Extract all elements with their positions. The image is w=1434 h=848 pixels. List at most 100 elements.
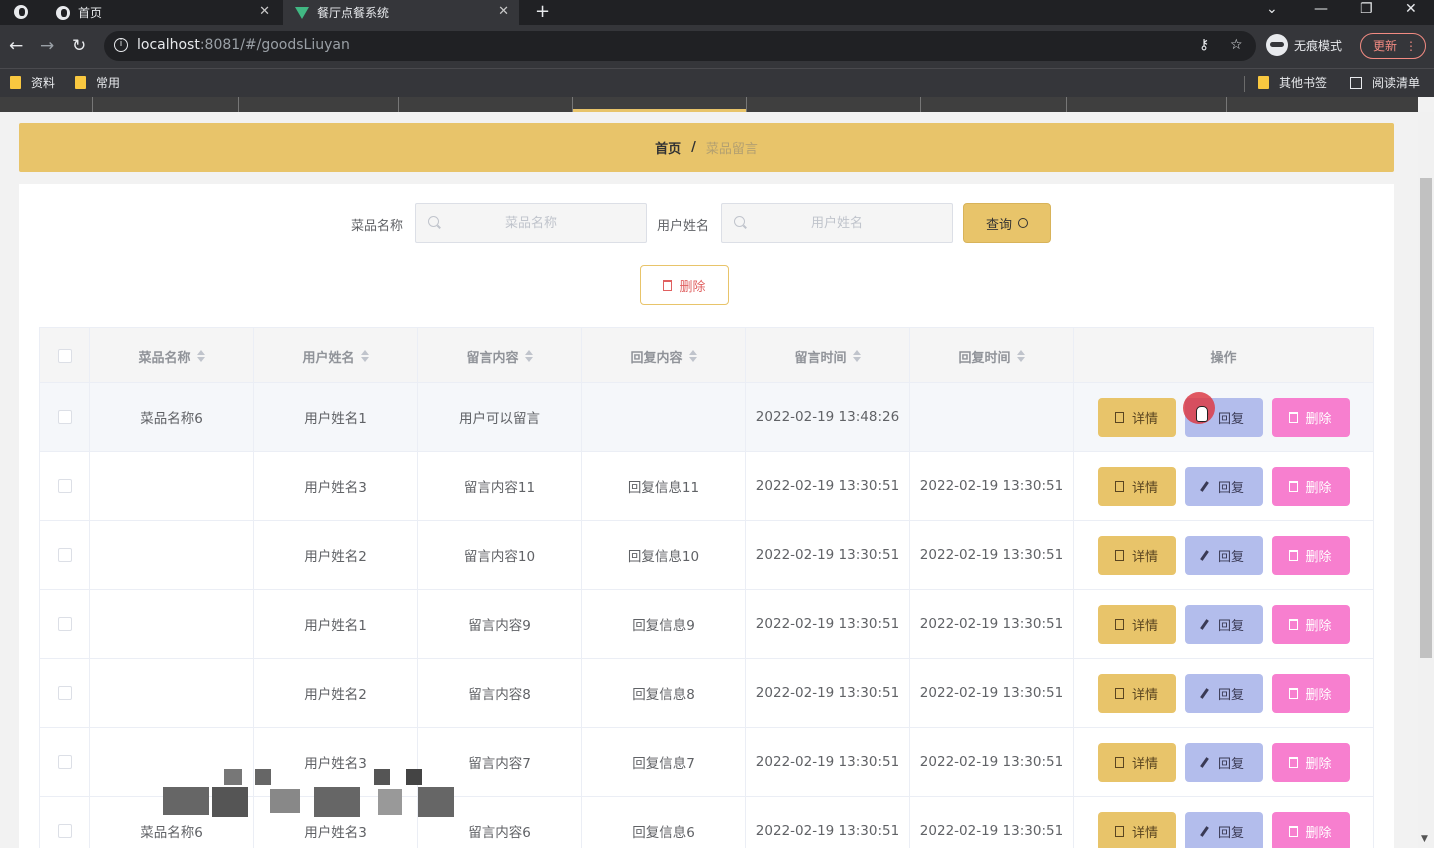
table-row[interactable]: 用户姓名2 留言内容10 回复信息10 2022-02-19 13:30:51 2022… <box>39 521 1374 590</box>
delete-button[interactable]: 删除 <box>1271 535 1350 575</box>
edit-icon <box>1200 618 1209 630</box>
table-row[interactable]: 用户姓名1 留言内容9 回复信息9 2022-02-19 13:30:51 2022-0… <box>39 590 1374 659</box>
scroll-down-icon[interactable]: ▼ <box>1421 834 1428 844</box>
button-label: 删除 <box>1305 825 1332 841</box>
column-header[interactable]: 留言时间 <box>746 328 910 384</box>
delete-button[interactable]: 删除 <box>1271 604 1350 644</box>
message-content-cell: 留言内容11 <box>418 452 582 520</box>
column-header[interactable]: 留言内容 <box>418 328 582 384</box>
back-icon[interactable]: ← <box>9 36 23 56</box>
new-tab-icon[interactable]: + <box>535 1 550 22</box>
row-checkbox[interactable] <box>57 824 72 838</box>
bookmark-folder[interactable]: 常用 <box>75 74 120 91</box>
close-tab-icon[interactable]: ✕ <box>498 4 509 19</box>
key-icon[interactable]: ⚷ <box>1199 37 1209 53</box>
delete-button[interactable]: 删除 <box>1271 397 1350 437</box>
other-bookmarks[interactable]: 其他书签 <box>1258 74 1327 91</box>
close-window-icon[interactable]: ✕ <box>1405 1 1417 17</box>
column-header[interactable]: 回复时间 <box>910 328 1074 384</box>
reply-button[interactable]: 回复 <box>1184 535 1263 575</box>
button-label: 详情 <box>1131 411 1158 427</box>
incognito-indicator[interactable]: 无痕模式 <box>1266 34 1342 56</box>
row-checkbox[interactable] <box>57 617 72 631</box>
sort-icon[interactable] <box>1016 350 1025 362</box>
vue-logo-icon <box>295 6 309 19</box>
minimize-icon[interactable]: — <box>1314 1 1328 17</box>
row-checkbox[interactable] <box>57 410 72 424</box>
window-menu-icon[interactable] <box>14 5 28 19</box>
dish-name-input[interactable] <box>415 203 647 243</box>
query-button[interactable]: 查询 <box>963 203 1051 243</box>
table-row[interactable]: 用户姓名3 留言内容11 回复信息11 2022-02-19 13:30:51 2022… <box>39 452 1374 521</box>
button-label: 删除 <box>1305 618 1332 634</box>
row-checkbox[interactable] <box>57 548 72 562</box>
delete-button[interactable]: 删除 <box>1271 742 1350 782</box>
forward-icon[interactable]: → <box>40 36 54 56</box>
detail-button[interactable]: 详情 <box>1097 397 1176 437</box>
detail-button[interactable]: 详情 <box>1097 811 1176 848</box>
button-label: 详情 <box>1131 756 1158 772</box>
column-header[interactable]: 用户姓名 <box>254 328 418 384</box>
sort-icon[interactable] <box>688 350 697 362</box>
delete-button[interactable]: 删除 <box>1271 811 1350 848</box>
row-checkbox[interactable] <box>57 755 72 769</box>
row-checkbox[interactable] <box>57 686 72 700</box>
delete-button[interactable]: 删除 <box>1271 673 1350 713</box>
user-name-label: 用户姓名 <box>657 219 710 234</box>
reply-button[interactable]: 回复 <box>1184 466 1263 506</box>
nav-divider <box>1066 97 1067 112</box>
user-name-input[interactable] <box>721 203 953 243</box>
message-content-cell: 留言内容7 <box>418 728 582 796</box>
folder-icon <box>75 76 86 89</box>
reply-button[interactable]: 回复 <box>1184 673 1263 713</box>
sort-icon[interactable] <box>360 350 369 362</box>
reload-icon[interactable]: ↻ <box>72 36 86 56</box>
dish-name-label: 菜品名称 <box>351 219 404 234</box>
row-checkbox[interactable] <box>57 479 72 493</box>
sort-icon[interactable] <box>852 350 861 362</box>
breadcrumb-home[interactable]: 首页 <box>655 138 681 157</box>
column-label: 操作 <box>1210 350 1237 366</box>
detail-button[interactable]: 详情 <box>1097 742 1176 782</box>
detail-button[interactable]: 详情 <box>1097 604 1176 644</box>
site-info-icon[interactable]: i <box>114 38 128 52</box>
button-label: 删除 <box>1305 756 1332 772</box>
batch-delete-button[interactable]: 删除 <box>640 265 729 305</box>
reply-button[interactable]: 回复 <box>1184 742 1263 782</box>
update-button[interactable]: 更新 ⋮ <box>1360 33 1426 59</box>
close-tab-icon[interactable]: ✕ <box>259 4 270 19</box>
table-row[interactable]: 用户姓名2 留言内容8 回复信息8 2022-02-19 13:30:51 2022-0… <box>39 659 1374 728</box>
trash-icon <box>1289 480 1299 492</box>
detail-button[interactable]: 详情 <box>1097 673 1176 713</box>
trash-icon <box>1289 687 1299 699</box>
dish-name-field[interactable] <box>416 204 646 242</box>
detail-button[interactable]: 详情 <box>1097 535 1176 575</box>
more-menu-icon[interactable]: ⋮ <box>1405 34 1417 58</box>
select-all-checkbox[interactable] <box>57 349 72 363</box>
detail-button[interactable]: 详情 <box>1097 466 1176 506</box>
delete-button[interactable]: 删除 <box>1271 466 1350 506</box>
tab-search-icon[interactable]: ⌄ <box>1266 1 1278 17</box>
breadcrumb-current: 菜品留言 <box>705 142 758 157</box>
message-content-cell: 留言内容8 <box>418 659 582 727</box>
reading-list[interactable]: 阅读清单 <box>1350 74 1420 91</box>
bookmark-star-icon[interactable]: ☆ <box>1230 37 1243 53</box>
reply-button[interactable]: 回复 <box>1184 604 1263 644</box>
sort-icon[interactable] <box>196 350 205 362</box>
page-scrollbar[interactable]: ▼ <box>1418 112 1434 848</box>
restore-icon[interactable]: ❐ <box>1360 1 1373 17</box>
table-row[interactable]: 菜品名称6 用户姓名1 用户可以留言 2022-02-19 13:48:26 详情 回复 删… <box>39 383 1374 452</box>
scrollbar-thumb[interactable] <box>1420 178 1432 658</box>
row-select-cell <box>40 728 90 796</box>
column-header[interactable]: 回复内容 <box>582 328 746 384</box>
reply-button[interactable]: 回复 <box>1184 811 1263 848</box>
nav-divider <box>238 97 239 112</box>
column-header[interactable]: 菜品名称 <box>90 328 254 384</box>
browser-tab-active[interactable]: 餐厅点餐系统 ✕ <box>283 0 519 25</box>
user-name-field[interactable] <box>722 204 952 242</box>
url-field[interactable]: i localhost:8081/#/goodsLiuyan ⚷ ☆ <box>104 31 1256 61</box>
bookmark-folder[interactable]: 资料 <box>10 74 55 91</box>
row-actions: 详情 回复 删除 <box>1097 673 1350 713</box>
sort-icon[interactable] <box>524 350 533 362</box>
browser-tab-home[interactable]: 首页 ✕ <box>44 0 280 25</box>
